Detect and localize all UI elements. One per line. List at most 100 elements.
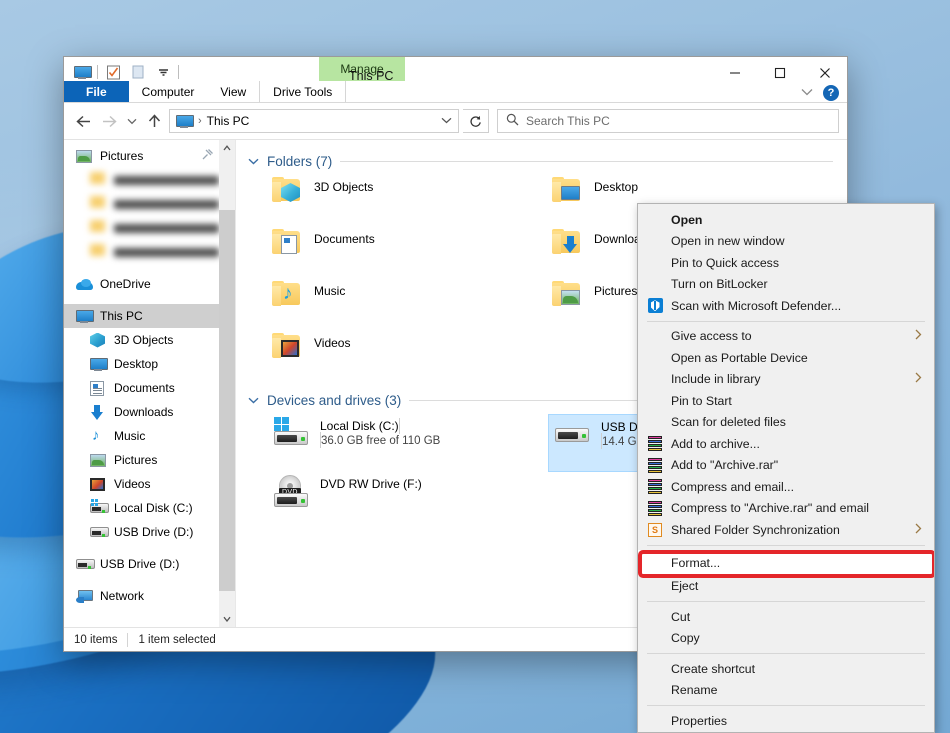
sidebar-item-usb-drive-d-child[interactable]: USB Drive (D:)	[64, 520, 219, 544]
menu-item-open[interactable]: Open	[638, 209, 934, 231]
scrollbar-track[interactable]	[219, 156, 235, 611]
menu-item-open-in-new-window[interactable]: Open in new window	[638, 231, 934, 253]
sidebar-item-local-disk-c[interactable]: Local Disk (C:)	[64, 496, 219, 520]
menu-item-shared-folder-synchronization[interactable]: S Shared Folder Synchronization	[638, 519, 934, 541]
navigation-pane: Pictures OneDrive This PC 3D Objects Des…	[64, 140, 236, 627]
drive-tile-local-disk-c[interactable]: Local Disk (C:) 36.0 GB free of 110 GB	[268, 414, 548, 472]
sidebar-item-blurred-3[interactable]	[64, 216, 219, 240]
menu-item-scan-for-deleted-files[interactable]: Scan for deleted files	[638, 412, 934, 434]
sidebar-item-usb-drive-d[interactable]: USB Drive (D:)	[64, 552, 219, 576]
drive-name: DVD RW Drive (F:)	[320, 477, 422, 491]
sidebar-item-blurred-1[interactable]	[64, 168, 219, 192]
winrar-icon	[645, 479, 665, 495]
menu-item-label: Open as Portable Device	[671, 350, 808, 365]
navigation-scrollbar[interactable]	[219, 140, 235, 627]
sidebar-item-downloads[interactable]: Downloads	[64, 400, 219, 424]
search-placeholder: Search This PC	[526, 114, 610, 128]
submenu-chevron-right-icon	[915, 523, 922, 537]
menu-item-label: Scan with Microsoft Defender...	[671, 298, 842, 313]
group-header-folders[interactable]: Folders (7)	[248, 154, 847, 169]
breadcrumb-separator: ›	[198, 115, 202, 127]
group-rule	[340, 161, 833, 162]
sidebar-item-music[interactable]: ♪ Music	[64, 424, 219, 448]
menu-item-properties[interactable]: Properties	[638, 710, 934, 732]
sidebar-item-pictures-quick[interactable]: Pictures	[64, 144, 219, 168]
menu-item-rename[interactable]: Rename	[638, 680, 934, 702]
sidebar-item-onedrive[interactable]: OneDrive	[64, 272, 219, 296]
menu-item-give-access-to[interactable]: Give access to	[638, 326, 934, 348]
menu-item-label: Pin to Quick access	[671, 255, 779, 270]
breadcrumb-this-pc[interactable]: This PC	[207, 114, 250, 128]
scroll-down-arrow-icon[interactable]	[219, 611, 235, 627]
this-pc-icon[interactable]	[72, 62, 92, 82]
tab-file[interactable]: File	[64, 81, 129, 103]
folder-tile-3d-objects[interactable]: 3D Objects	[268, 175, 548, 227]
sidebar-item-blurred-4[interactable]	[64, 240, 219, 264]
sidebar-item-pictures[interactable]: Pictures	[64, 448, 219, 472]
scrollbar-thumb[interactable]	[219, 210, 235, 591]
menu-item-add-to-archive[interactable]: Add to archive...	[638, 433, 934, 455]
menu-item-eject[interactable]: Eject	[638, 576, 934, 598]
menu-item-format[interactable]: Format...	[638, 549, 934, 576]
sidebar-item-videos[interactable]: Videos	[64, 472, 219, 496]
chevron-down-icon[interactable]	[248, 156, 259, 168]
sidebar-item-network[interactable]: Network	[64, 584, 219, 608]
address-dropdown-chevron-down-icon[interactable]	[441, 116, 452, 127]
menu-icon-none	[645, 233, 665, 249]
sidebar-item-3d-objects[interactable]: 3D Objects	[64, 328, 219, 352]
sync-icon: S	[645, 522, 665, 538]
forward-button[interactable]	[98, 110, 120, 132]
back-button[interactable]	[72, 110, 94, 132]
new-folder-icon[interactable]	[128, 62, 148, 82]
search-input[interactable]: Search This PC	[497, 109, 839, 133]
music-icon: ♪	[92, 426, 100, 444]
tab-view-label: View	[220, 85, 247, 99]
sidebar-item-label: OneDrive	[100, 277, 151, 291]
drive-tile-dvd-rw-f[interactable]: DVD DVD RW Drive (F:)	[268, 472, 548, 530]
address-bar[interactable]: › This PC	[169, 109, 459, 133]
folder-tile-music[interactable]: ♪ Music	[268, 279, 548, 331]
menu-item-open-as-portable-device[interactable]: Open as Portable Device	[638, 347, 934, 369]
menu-icon-none	[645, 212, 665, 228]
menu-item-add-to-archive-rar[interactable]: Add to "Archive.rar"	[638, 455, 934, 477]
this-pc-icon	[76, 308, 94, 324]
menu-item-label: Eject	[671, 579, 699, 594]
menu-item-label: Scan for deleted files	[671, 415, 786, 430]
address-bar-row: › This PC Search This PC	[64, 103, 847, 139]
menu-item-copy[interactable]: Copy	[638, 628, 934, 650]
customize-qat-chevron-down-icon[interactable]	[153, 62, 173, 82]
recent-locations-chevron-down-icon[interactable]	[124, 110, 139, 132]
tab-drive-tools[interactable]: Drive Tools	[259, 81, 347, 103]
menu-item-label: Copy	[671, 631, 700, 646]
up-button[interactable]	[143, 110, 165, 132]
menu-item-pin-to-quick-access[interactable]: Pin to Quick access	[638, 252, 934, 274]
sidebar-item-desktop[interactable]: Desktop	[64, 352, 219, 376]
sidebar-item-this-pc[interactable]: This PC	[64, 304, 219, 328]
group-title: Devices and drives (3)	[267, 393, 402, 408]
menu-item-create-shortcut[interactable]: Create shortcut	[638, 658, 934, 680]
menu-item-cut[interactable]: Cut	[638, 606, 934, 628]
folder-tile-documents[interactable]: Documents	[268, 227, 548, 279]
sidebar-item-blurred-2[interactable]	[64, 192, 219, 216]
menu-item-scan-with-microsoft-defender[interactable]: Scan with Microsoft Defender...	[638, 295, 934, 317]
menu-item-include-in-library[interactable]: Include in library	[638, 369, 934, 391]
ribbon-tab-strip: File Computer View Drive Tools	[64, 81, 847, 103]
sidebar-item-label: USB Drive (D:)	[100, 557, 180, 571]
tab-computer[interactable]: Computer	[129, 81, 208, 103]
pin-icon[interactable]	[202, 149, 213, 163]
menu-item-pin-to-start[interactable]: Pin to Start	[638, 390, 934, 412]
refresh-button[interactable]	[463, 109, 489, 133]
menu-item-compress-and-email[interactable]: Compress and email...	[638, 476, 934, 498]
menu-icon-none	[645, 713, 665, 729]
folder-tile-videos[interactable]: Videos	[268, 331, 548, 383]
properties-icon[interactable]	[103, 62, 123, 82]
menu-separator-5	[647, 705, 925, 706]
search-icon	[506, 113, 519, 129]
chevron-down-icon[interactable]	[248, 395, 259, 407]
tab-view[interactable]: View	[207, 81, 259, 103]
sidebar-item-documents[interactable]: Documents	[64, 376, 219, 400]
scroll-up-arrow-icon[interactable]	[219, 140, 235, 156]
winrar-icon	[645, 500, 665, 516]
menu-item-turn-on-bitlocker[interactable]: Turn on BitLocker	[638, 274, 934, 296]
menu-item-compress-to-archive-rar-and-email[interactable]: Compress to "Archive.rar" and email	[638, 498, 934, 520]
